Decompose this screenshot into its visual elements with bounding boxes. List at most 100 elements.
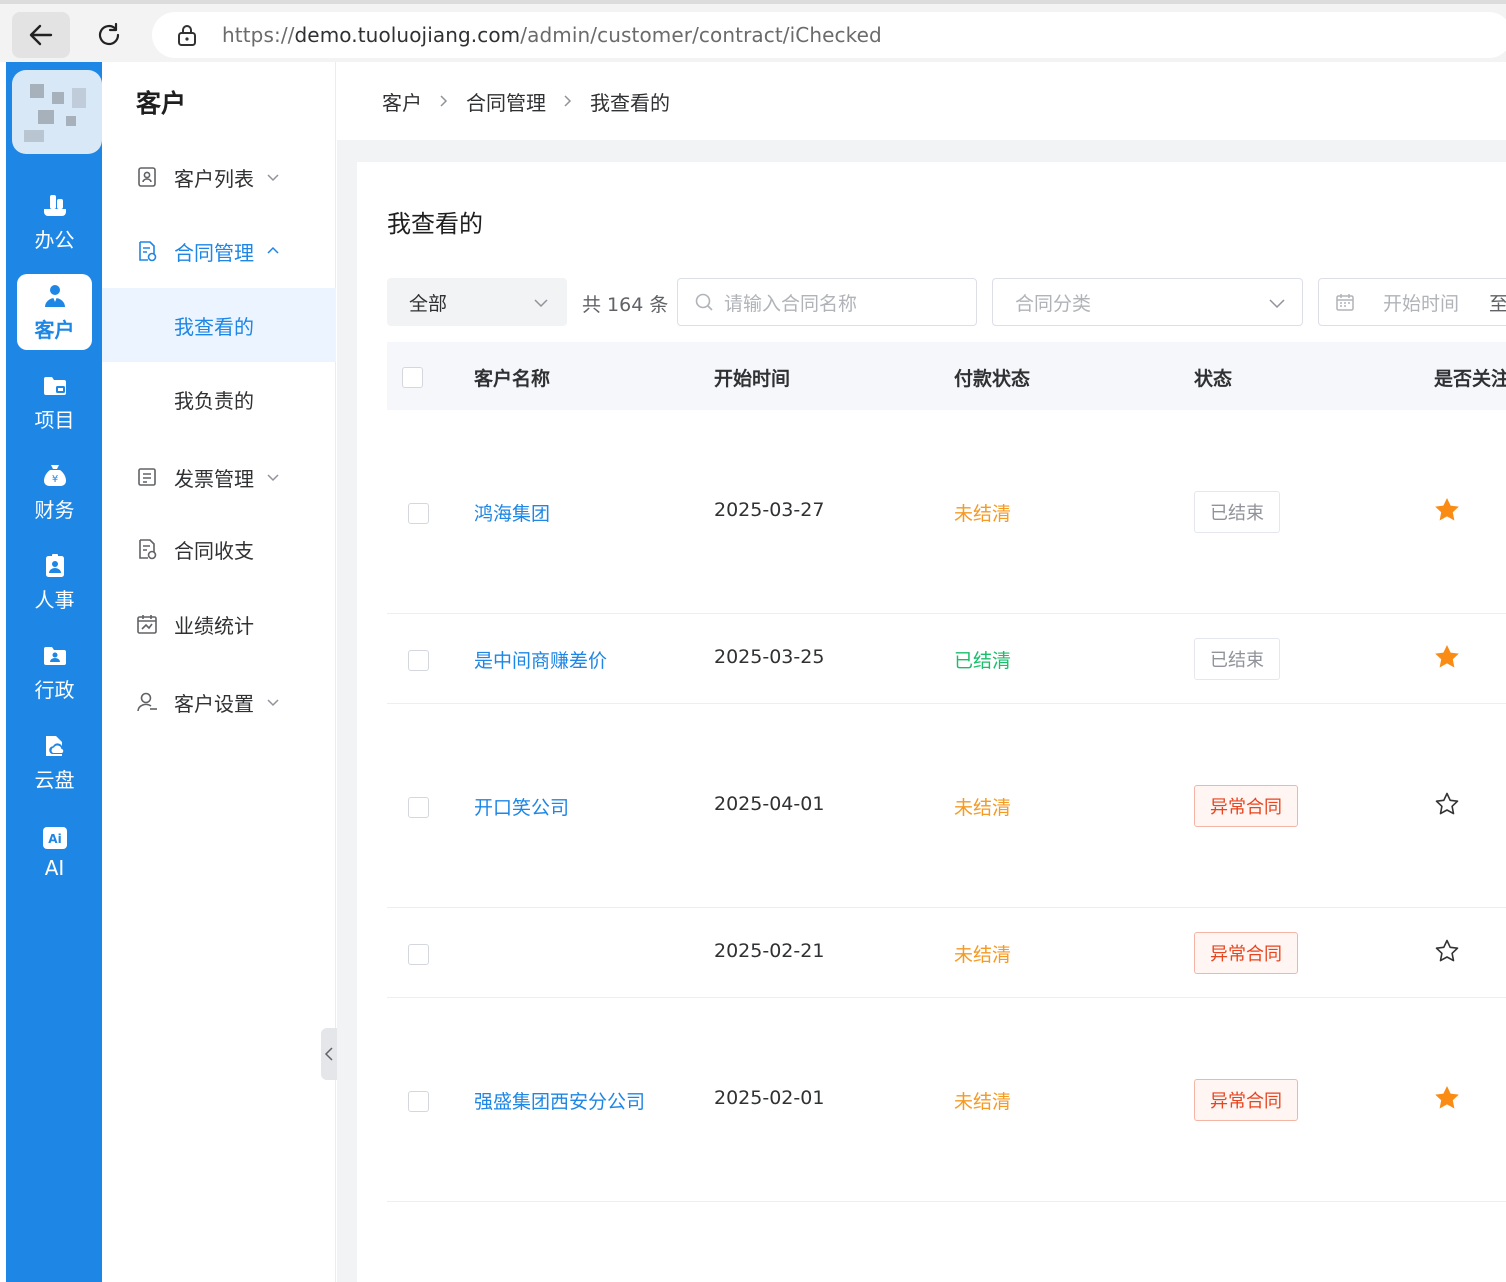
cloud-drive-icon (45, 735, 65, 756)
start-date: 2025-02-21 (714, 940, 825, 962)
main-content: 客户 合同管理 我查看的 我查看的 全部 共 164 条 请输入合同名称 合同分… (337, 62, 1506, 1282)
back-button[interactable] (12, 12, 70, 58)
customer-name-link[interactable]: 强盛集团西安分公司 (474, 1087, 645, 1114)
status-badge: 已结束 (1194, 638, 1280, 680)
customer-list-icon (136, 166, 158, 188)
row-checkbox[interactable] (408, 797, 429, 818)
lock-icon (178, 25, 196, 46)
rail-item-label: 项目 (34, 407, 75, 432)
arrow-left-icon (29, 24, 53, 46)
rail-item-office[interactable]: 办公 (17, 184, 92, 260)
chevron-down-icon (266, 470, 280, 484)
rail-item-label: 办公 (34, 227, 75, 252)
payment-status: 未结清 (954, 944, 1012, 966)
column-header-customer-name[interactable]: 客户名称 (474, 364, 550, 391)
chevron-right-icon (438, 94, 450, 108)
table-row[interactable]: 2025-02-21 未结清 异常合同 (387, 908, 1506, 998)
rail-item-admin[interactable]: 行政 (17, 634, 92, 710)
chevron-down-icon (533, 294, 549, 316)
performance-calendar-icon (136, 613, 158, 635)
select-all-checkbox[interactable] (402, 367, 423, 388)
rail-item-label: AI (44, 856, 65, 880)
customer-name-link[interactable]: 开口笑公司 (474, 793, 569, 820)
menu-item-customer-settings[interactable]: 客户设置 (102, 665, 336, 739)
date-range-picker[interactable]: 开始时间 至 (1318, 278, 1506, 326)
column-header-followed[interactable]: 是否关注 (1434, 364, 1506, 391)
rail-item-project[interactable]: 项目 (17, 364, 92, 440)
menu-item-label: 合同收支 (174, 538, 254, 563)
reload-icon (98, 22, 120, 46)
rail-item-label: 客户 (34, 317, 75, 342)
reload-button[interactable] (80, 12, 138, 58)
menu-item-label: 客户列表 (174, 166, 254, 191)
menu-item-contract-payments[interactable]: 合同收支 (102, 512, 336, 586)
table-row[interactable]: 强盛集团西安分公司 2025-02-01 未结清 异常合同 (387, 998, 1506, 1202)
table-row[interactable]: 开口笑公司 2025-04-01 未结清 异常合同 (387, 704, 1506, 908)
star-filled-icon[interactable] (1433, 496, 1461, 524)
column-header-payment-status[interactable]: 付款状态 (954, 364, 1030, 391)
row-checkbox[interactable] (408, 650, 429, 671)
rail-item-hr[interactable]: 人事 (17, 544, 92, 620)
address-bar[interactable]: https://demo.tuoluojiang.com/admin/custo… (152, 12, 1506, 58)
star-filled-icon[interactable] (1433, 643, 1461, 671)
date-range-separator: 至 (1489, 292, 1506, 315)
menu-item-performance-stats[interactable]: 业绩统计 (102, 587, 336, 661)
ai-icon: Ai (42, 827, 67, 849)
table-row[interactable]: 鸿海集团 2025-03-27 未结清 已结束 (387, 410, 1506, 614)
menu-item-label: 发票管理 (174, 466, 254, 491)
customer-icon (44, 284, 65, 307)
sidebar-collapse-button[interactable] (321, 1028, 337, 1080)
contract-payment-icon (136, 538, 158, 560)
url-path: /admin/customer/contract/iChecked (520, 23, 882, 47)
chevron-down-icon (266, 170, 280, 184)
menu-item-contract-management[interactable]: 合同管理 (102, 214, 336, 288)
admin-folder-icon (43, 646, 66, 665)
record-count: 共 164 条 (582, 294, 669, 316)
menu-item-customer-list[interactable]: 客户列表 (102, 140, 336, 214)
rail-item-label: 行政 (34, 677, 75, 702)
column-header-start-time[interactable]: 开始时间 (714, 364, 790, 391)
content-card: 我查看的 全部 共 164 条 请输入合同名称 合同分类 开始时间 至 客户名称… (357, 162, 1506, 1282)
company-logo (12, 70, 102, 154)
breadcrumb-item-customer[interactable]: 客户 (382, 87, 422, 116)
contract-category-select[interactable]: 合同分类 (992, 278, 1303, 326)
contract-name-search-input[interactable]: 请输入合同名称 (677, 278, 977, 326)
customer-name-link[interactable]: 是中间商赚差价 (474, 646, 607, 673)
rail-item-cloud[interactable]: 云盘 (17, 724, 92, 800)
submenu-item-my-responsible[interactable]: 我负责的 (102, 362, 336, 436)
contract-icon (136, 240, 158, 262)
star-outline-icon[interactable] (1433, 937, 1461, 965)
rail-item-customer[interactable]: 客户 (17, 274, 92, 350)
submenu-item-my-viewed[interactable]: 我查看的 (102, 288, 336, 362)
star-outline-icon[interactable] (1433, 790, 1461, 818)
breadcrumb-item-contract[interactable]: 合同管理 (466, 87, 546, 116)
start-date: 2025-03-27 (714, 499, 825, 521)
rail-item-ai[interactable]: Ai AI (17, 814, 92, 890)
svg-text:Ai: Ai (48, 832, 61, 846)
rail-item-finance[interactable]: ¥ 财务 (17, 454, 92, 530)
url-text: https://demo.tuoluojiang.com/admin/custo… (222, 23, 882, 47)
customer-name-link[interactable]: 鸿海集团 (474, 499, 550, 526)
menu-item-label: 客户设置 (174, 691, 254, 716)
search-icon (695, 293, 713, 311)
row-checkbox[interactable] (408, 944, 429, 965)
rail-item-label: 云盘 (34, 767, 75, 792)
rail-item-label: 人事 (34, 587, 75, 612)
row-checkbox[interactable] (408, 1091, 429, 1112)
chevron-down-icon (1268, 294, 1286, 317)
hr-badge-icon (45, 553, 64, 577)
url-host: demo.tuoluojiang.com (294, 23, 521, 47)
menu-item-label: 合同管理 (174, 240, 254, 265)
scope-select[interactable]: 全部 (387, 278, 567, 326)
column-header-status[interactable]: 状态 (1194, 364, 1232, 391)
chevron-down-icon (266, 695, 280, 709)
sidebar-title: 客户 (136, 89, 187, 118)
start-date-placeholder: 开始时间 (1383, 292, 1460, 315)
row-checkbox[interactable] (408, 503, 429, 524)
finance-moneybag-icon: ¥ (43, 464, 66, 486)
table-row[interactable]: 是中间商赚差价 2025-03-25 已结清 已结束 (387, 614, 1506, 704)
menu-item-invoice-management[interactable]: 发票管理 (102, 440, 336, 514)
office-icon (43, 194, 66, 216)
star-filled-icon[interactable] (1433, 1084, 1461, 1112)
status-badge: 异常合同 (1194, 932, 1298, 974)
